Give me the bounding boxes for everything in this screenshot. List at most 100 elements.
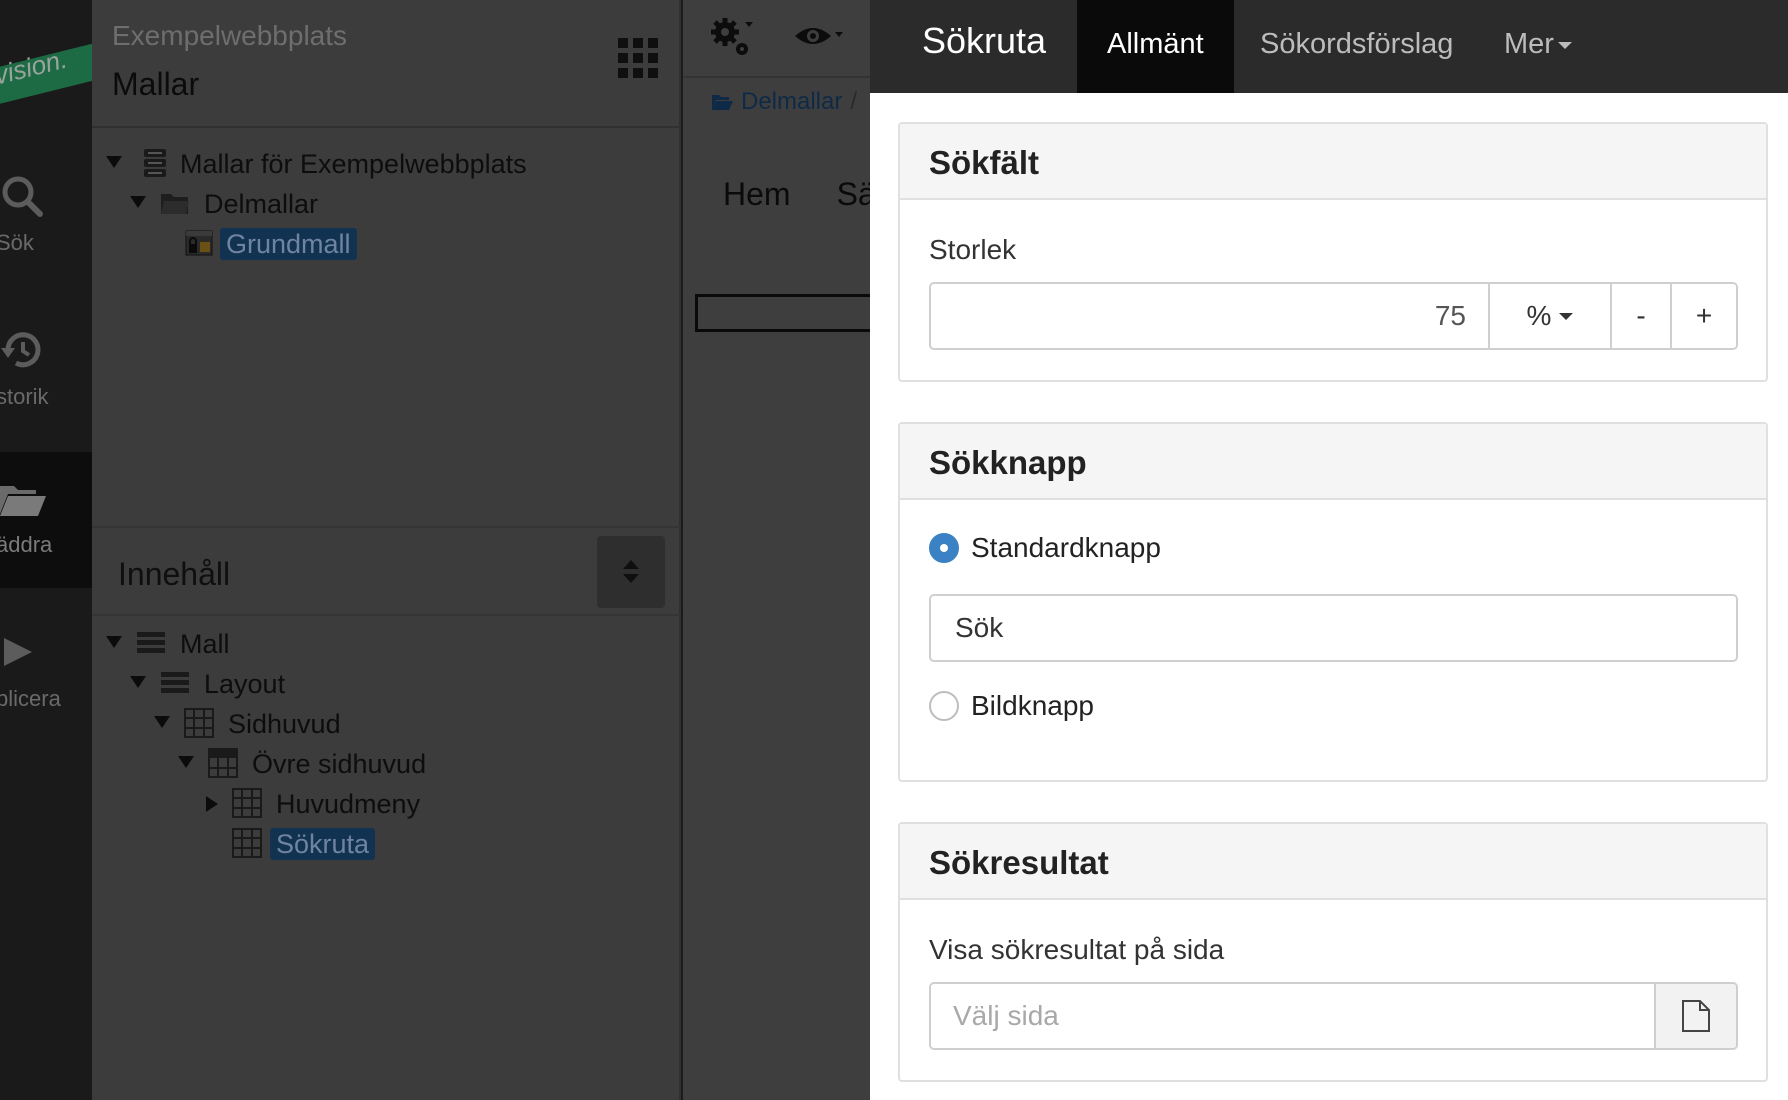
page-picker-button[interactable] [1654,984,1736,1048]
section-title: Mallar [112,66,200,102]
nav-rail: vision. Sök storik äddra plicera [0,0,92,1100]
tree-node[interactable]: Huvudmeny [92,784,681,824]
tree-label: Mallar för Exempelwebbplats [180,149,527,179]
radio-label: Bildknapp [971,690,1094,721]
tree-node[interactable]: Mallar för Exempelwebbplats [92,144,681,184]
tab-label: Sökordsförslag [1260,28,1454,60]
panel-header: Sökruta Allmänt Sökordsförslag Mer [870,0,1788,93]
grid-icon [184,708,214,738]
templates-column: Exempelwebbplats Mallar Mallar för Exemp… [92,0,681,1100]
card-header: Sökresultat [900,824,1766,900]
rail-item-publish[interactable]: plicera [0,606,92,742]
caret-down-icon[interactable] [178,756,194,768]
card-heading: Sökfält [929,144,1040,181]
card-search-button: Sökknapp Standardknapp Sök Bildknapp [898,422,1768,782]
folder-open-icon [0,486,46,516]
page-picker-group: Välj sida [929,982,1738,1050]
preview-nav-item: Hem [723,176,791,212]
file-icon [1682,1000,1710,1032]
rail-item-label: äddra [0,532,53,557]
list-icon [137,632,165,653]
tree-label-selected: Sökruta [270,828,376,860]
caret-right-icon[interactable] [206,796,218,812]
grid-icon [232,788,262,818]
unit-label: % [1526,300,1552,331]
grid-icon [208,748,238,778]
search-icon [2,176,43,217]
tree-node[interactable]: Mall [92,624,681,664]
radio-standard-button[interactable]: Standardknapp [929,532,1161,564]
play-icon [4,638,32,666]
tree-label: Sidhuvud [228,709,341,739]
tree-label: Layout [204,669,286,699]
server-icon [144,149,166,177]
settings-gear-icon[interactable] [709,16,753,60]
size-input[interactable]: 75 [931,284,1488,348]
list-icon [161,672,189,693]
radio-checked-icon[interactable] [929,533,959,563]
radio-image-button[interactable]: Bildknapp [929,690,1094,722]
size-label: Storlek [929,234,1017,265]
properties-panel: Sökruta Allmänt Sökordsförslag Mer Sökfä… [870,0,1788,1100]
caret-down-icon[interactable] [130,676,146,688]
decrement-button[interactable]: - [1610,284,1670,348]
card-search-result: Sökresultat Visa sökresultat på sida Väl… [898,822,1768,1082]
site-name[interactable]: Exempelwebbplats [112,20,347,52]
breadcrumb-separator: / [850,88,858,115]
tab-allmant[interactable]: Allmänt [1077,0,1234,93]
tree-node[interactable]: Sökruta [92,824,681,864]
radio-label: Standardknapp [971,532,1161,563]
template-lock-icon [185,230,213,256]
radio-unchecked-icon[interactable] [929,691,959,721]
preview-nav-item: Sä [836,176,873,212]
tree-label: Övre sidhuvud [252,749,427,779]
tree-node[interactable]: Grundmall [92,224,681,264]
sort-up-icon [623,560,639,569]
rail-item-label: Sök [0,230,34,255]
history-icon [1,332,41,368]
rail-item-label: storik [0,384,49,409]
page-preview: Delmallar / Hem Sä [683,0,873,1100]
rail-item-browse[interactable]: äddra [0,452,92,588]
preview-nav: Hem Sä [723,176,873,213]
caret-down-icon[interactable] [106,636,122,648]
tree-node[interactable]: Sidhuvud [92,704,681,744]
result-page-label: Visa sökresultat på sida [929,934,1225,965]
content-title: Innehåll [118,556,231,592]
caret-down-icon[interactable] [106,156,122,168]
breadcrumb-link[interactable]: Delmallar [741,88,842,116]
caret-down-icon [1557,41,1572,49]
tree-node[interactable]: Delmallar [92,184,681,224]
tab-mer[interactable]: Mer [1474,0,1602,93]
folder-icon [161,194,189,214]
rail-item-search[interactable]: Sök [0,150,92,286]
folder-open-icon [712,95,733,110]
templates-tree: Mallar för Exempelwebbplats Delmallar Gr… [92,144,681,264]
apps-grid-icon[interactable] [618,38,658,78]
sort-down-icon [623,574,639,583]
tree-node[interactable]: Layout [92,664,681,704]
rail-item-label: plicera [0,686,61,711]
content-tree: Mall Layout Sidhuvud Övre sidhuvud Huvud… [92,624,681,864]
card-heading: Sökknapp [929,444,1087,481]
caret-down-icon[interactable] [154,716,170,728]
tab-sokordsforslag[interactable]: Sökordsförslag [1230,0,1483,93]
size-input-group: 75 % - + [929,282,1738,350]
unit-select[interactable]: % [1488,284,1610,348]
card-header: Sökfält [900,124,1766,200]
card-header: Sökknapp [900,424,1766,500]
caret-down-icon[interactable] [130,196,146,208]
card-search-field: Sökfält Storlek 75 % - + [898,122,1768,382]
preview-search-box [695,294,873,332]
rail-item-history[interactable]: storik [0,304,92,440]
tree-node[interactable]: Övre sidhuvud [92,744,681,784]
tab-label: Allmänt [1107,28,1204,60]
sort-toggle-button[interactable] [597,536,665,608]
eye-icon[interactable] [793,20,843,56]
column-header: Exempelwebbplats Mallar [92,0,679,128]
page-picker-input[interactable]: Välj sida [931,984,1654,1048]
grid-icon [232,828,262,858]
increment-button[interactable]: + [1670,284,1736,348]
preview-toolbar [683,0,873,78]
button-text-input[interactable]: Sök [929,594,1738,662]
